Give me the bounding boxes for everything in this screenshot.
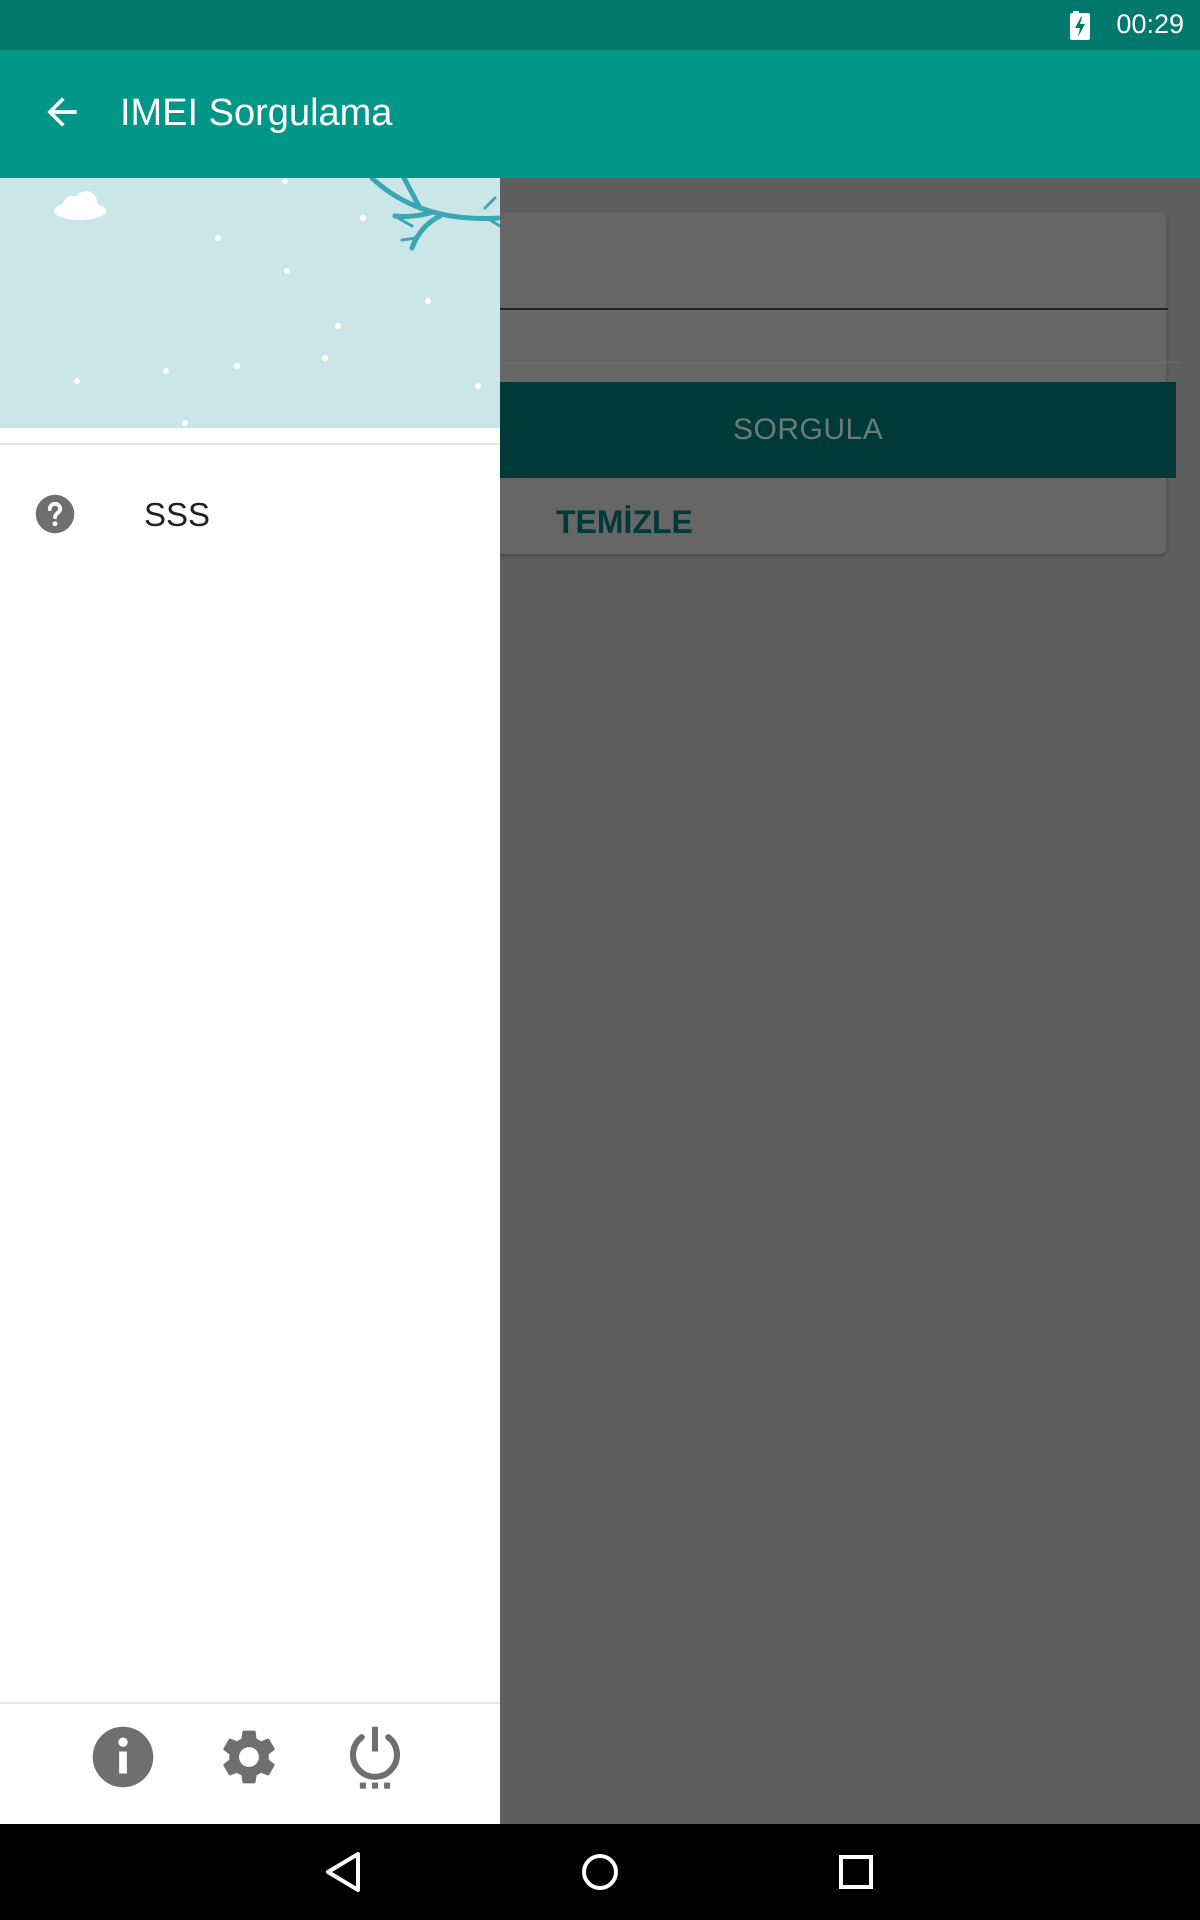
query-button-label: SORGULA — [733, 413, 884, 446]
arrow-back-icon[interactable] — [40, 90, 84, 134]
battery-charging-icon — [1070, 11, 1090, 40]
settings-gear-icon[interactable] — [216, 1724, 282, 1790]
clear-button[interactable]: TEMİZLE — [556, 504, 693, 541]
info-icon[interactable] — [90, 1724, 156, 1790]
status-time: 00:29 — [1116, 9, 1184, 39]
home-circle-icon[interactable] — [576, 1848, 624, 1896]
help-circle-icon — [35, 494, 75, 534]
drawer-item-label: SSS — [144, 496, 211, 533]
drawer-footer-divider — [0, 1702, 500, 1704]
winter-branch-illustration — [54, 178, 500, 426]
system-nav-bar — [0, 1824, 1200, 1920]
drawer-divider — [0, 443, 500, 445]
app-bar: IMEI Sorgulama — [0, 50, 1200, 178]
power-icon[interactable] — [342, 1724, 408, 1790]
app-title: IMEI Sorgulama — [120, 92, 393, 134]
drawer-item-sss[interactable]: SSS — [0, 468, 500, 558]
drawer-header-image — [0, 178, 500, 428]
status-bar: 00:29 — [0, 0, 1200, 50]
back-triangle-icon[interactable] — [320, 1848, 368, 1896]
recents-square-icon[interactable] — [832, 1848, 880, 1896]
navigation-drawer: SSS — [0, 178, 500, 1824]
